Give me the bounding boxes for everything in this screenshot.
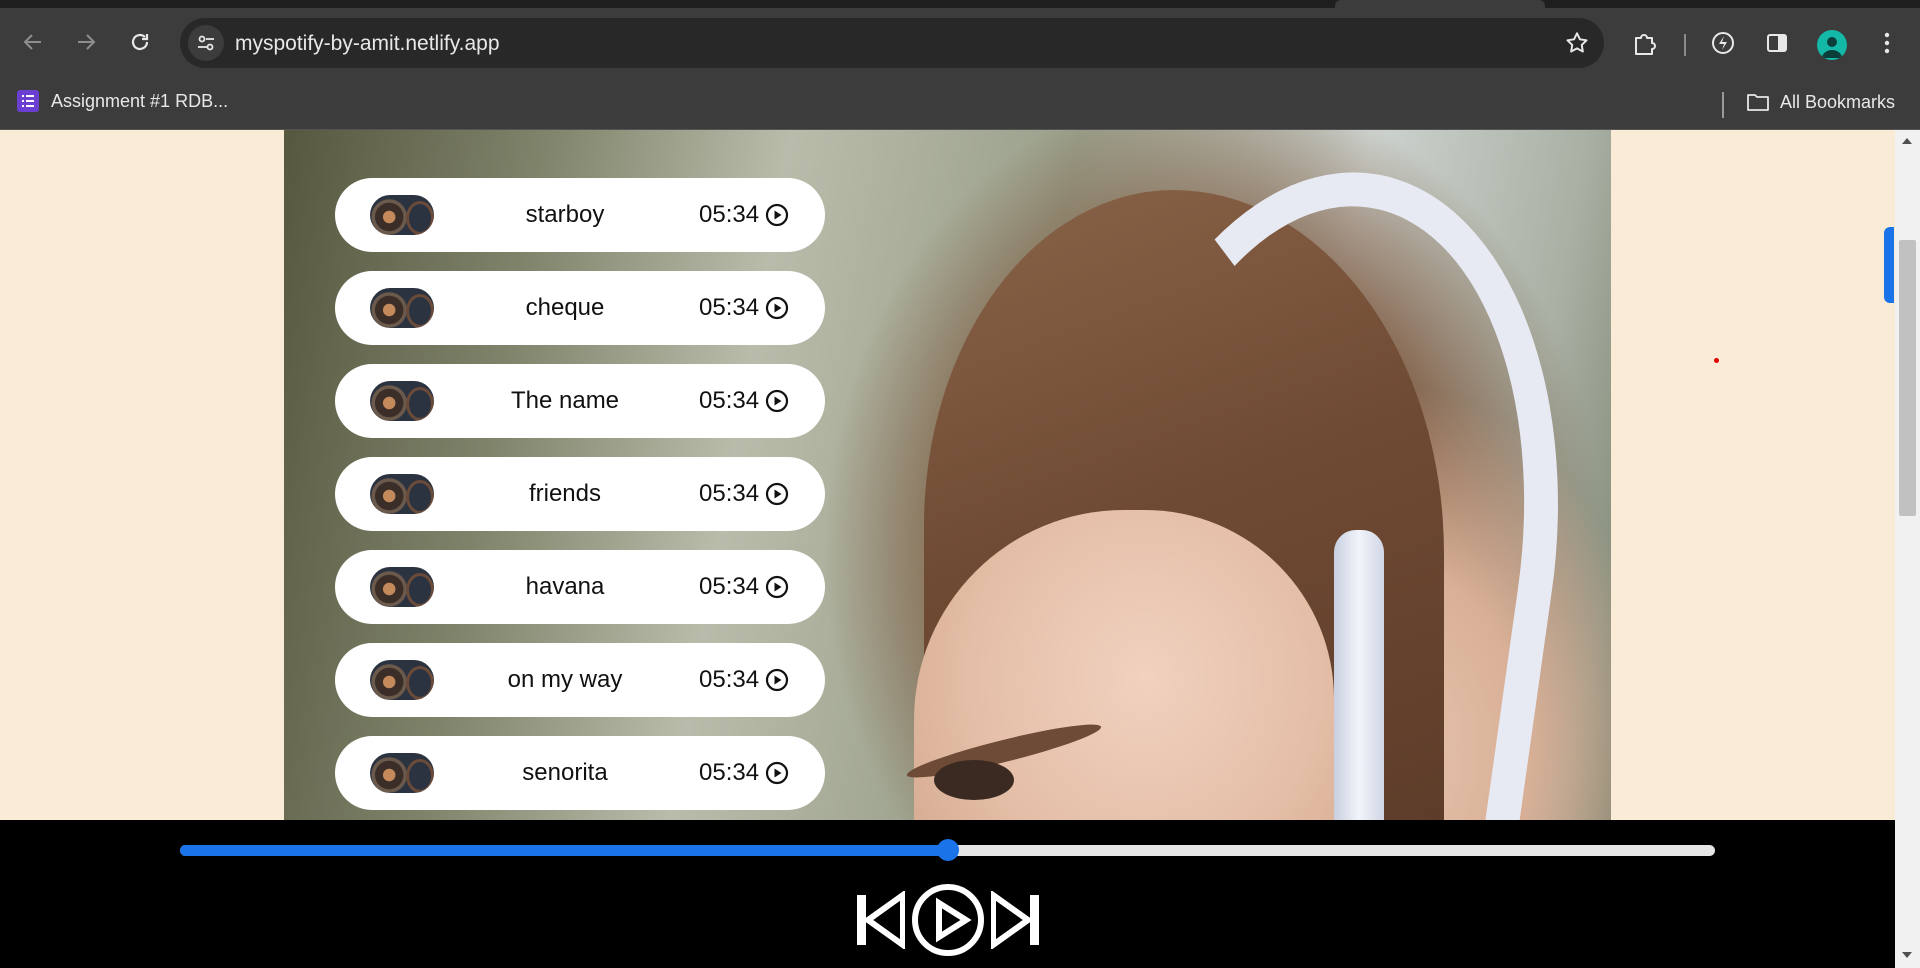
bookmark-star-icon[interactable] bbox=[1564, 30, 1590, 56]
song-thumbnail bbox=[370, 195, 434, 235]
scroll-up-arrow[interactable] bbox=[1902, 138, 1912, 144]
play-circle-icon[interactable] bbox=[765, 575, 789, 599]
side-panel-button[interactable] bbox=[1762, 28, 1792, 58]
hero-eye-shape bbox=[934, 760, 1014, 800]
person-icon bbox=[1822, 37, 1842, 58]
progress-knob[interactable] bbox=[936, 839, 959, 861]
song-thumbnail bbox=[370, 753, 434, 793]
play-circle-icon[interactable] bbox=[765, 389, 789, 413]
kebab-menu-icon bbox=[1884, 32, 1890, 54]
scroll-down-arrow[interactable] bbox=[1902, 952, 1912, 958]
scrollbar-thumb[interactable] bbox=[1899, 240, 1916, 516]
play-circle-icon[interactable] bbox=[765, 761, 789, 785]
song-name: on my way bbox=[507, 666, 623, 693]
folder-icon bbox=[1747, 94, 1769, 111]
player-bar bbox=[0, 820, 1895, 968]
tab-strip bbox=[0, 0, 1920, 8]
play-circle-icon[interactable] bbox=[765, 668, 789, 692]
address-bar[interactable]: myspotify-by-amit.netlify.app bbox=[180, 18, 1604, 68]
song-thumbnail bbox=[370, 381, 434, 421]
all-bookmarks-button[interactable]: All Bookmarks bbox=[1746, 87, 1895, 117]
back-arrow-icon bbox=[23, 34, 41, 50]
next-button[interactable] bbox=[991, 891, 1041, 949]
song-duration: 05:34 bbox=[699, 480, 760, 507]
forward-arrow-icon bbox=[78, 34, 96, 50]
reload-button[interactable] bbox=[118, 20, 162, 64]
song-duration: 05:34 bbox=[699, 666, 760, 693]
song-name: The name bbox=[510, 387, 620, 414]
song-thumbnail bbox=[370, 567, 434, 607]
bookmark-label: Assignment #1 RDB... bbox=[51, 90, 229, 111]
song-item[interactable]: havana 05:34 bbox=[335, 550, 825, 624]
page-scrollbar[interactable] bbox=[1895, 130, 1920, 968]
song-thumbnail bbox=[370, 660, 434, 700]
next-track-icon bbox=[991, 891, 1039, 949]
song-item[interactable]: The name 05:34 bbox=[335, 364, 825, 438]
list-icon bbox=[17, 90, 39, 112]
song-item[interactable]: senorita 05:34 bbox=[335, 736, 825, 810]
performance-button[interactable] bbox=[1708, 28, 1738, 58]
toolbar-separator bbox=[1684, 34, 1686, 56]
song-name: starboy bbox=[525, 201, 605, 228]
browser-chrome: myspotify-by-amit.netlify.app Assignment… bbox=[0, 0, 1920, 130]
song-thumbnail bbox=[370, 474, 434, 514]
hero-headphones-earcup bbox=[1334, 530, 1384, 820]
browser-toolbar: myspotify-by-amit.netlify.app bbox=[0, 8, 1920, 78]
url-text[interactable]: myspotify-by-amit.netlify.app bbox=[235, 32, 500, 56]
song-thumbnail bbox=[370, 288, 434, 328]
play-circle-icon[interactable] bbox=[765, 203, 789, 227]
active-tab[interactable] bbox=[1335, 0, 1545, 8]
scroll-position-indicator bbox=[1884, 227, 1894, 303]
song-duration: 05:34 bbox=[699, 759, 760, 786]
song-name: havana bbox=[525, 573, 605, 600]
site-info-button[interactable] bbox=[188, 25, 224, 61]
reload-icon bbox=[131, 33, 149, 51]
song-name: cheque bbox=[525, 294, 605, 321]
all-bookmarks-label: All Bookmarks bbox=[1780, 91, 1896, 112]
speed-icon bbox=[1712, 32, 1734, 54]
extensions-button[interactable] bbox=[1630, 28, 1660, 58]
song-name: friends bbox=[528, 480, 602, 507]
playback-controls bbox=[855, 880, 1041, 960]
puzzle-icon bbox=[1635, 34, 1656, 55]
song-duration: 05:34 bbox=[699, 201, 760, 228]
progress-slider[interactable] bbox=[180, 839, 1715, 861]
progress-fill bbox=[180, 845, 948, 856]
forward-button[interactable] bbox=[64, 20, 108, 64]
previous-button[interactable] bbox=[855, 891, 905, 949]
bookmarks-separator bbox=[1722, 92, 1724, 118]
red-dot-marker bbox=[1714, 358, 1719, 363]
bookmark-item[interactable]: Assignment #1 RDB... bbox=[17, 86, 228, 116]
song-duration: 05:34 bbox=[699, 573, 760, 600]
song-item[interactable]: cheque 05:34 bbox=[335, 271, 825, 345]
back-button[interactable] bbox=[11, 20, 55, 64]
play-circle-icon bbox=[912, 884, 984, 956]
profile-avatar[interactable] bbox=[1817, 30, 1847, 60]
play-circle-icon[interactable] bbox=[765, 482, 789, 506]
previous-track-icon bbox=[857, 891, 905, 949]
side-panel-icon bbox=[1767, 34, 1787, 52]
song-item[interactable]: on my way 05:34 bbox=[335, 643, 825, 717]
song-item[interactable]: starboy 05:34 bbox=[335, 178, 825, 252]
song-duration: 05:34 bbox=[699, 294, 760, 321]
song-item[interactable]: friends 05:34 bbox=[335, 457, 825, 531]
bookmarks-bar: Assignment #1 RDB... All Bookmarks bbox=[0, 78, 1920, 130]
play-button[interactable] bbox=[911, 883, 985, 957]
song-duration: 05:34 bbox=[699, 387, 760, 414]
song-name: senorita bbox=[522, 759, 608, 786]
play-circle-icon[interactable] bbox=[765, 296, 789, 320]
tune-icon bbox=[198, 35, 214, 51]
menu-button[interactable] bbox=[1872, 28, 1902, 58]
